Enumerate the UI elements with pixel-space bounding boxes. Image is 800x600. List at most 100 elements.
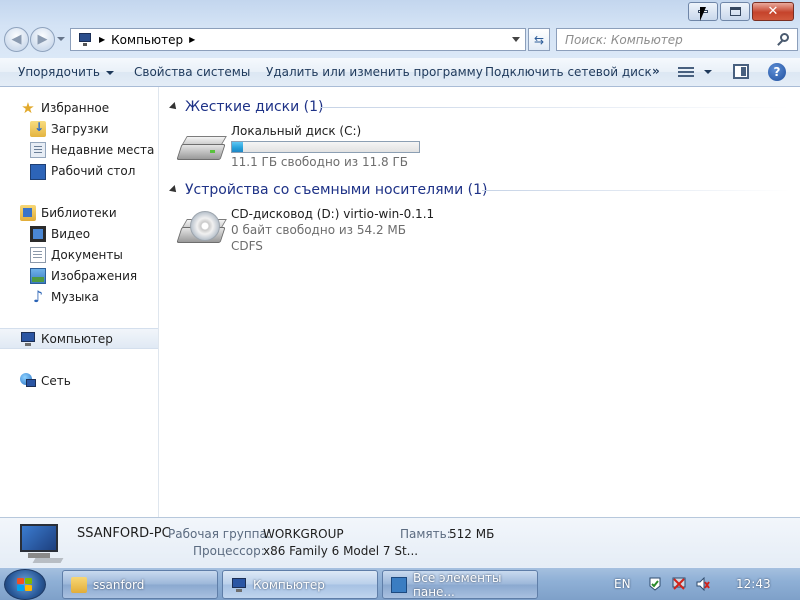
memory-label: Память: [400,527,451,541]
map-network-drive-button[interactable]: Подключить сетевой диск [485,65,652,79]
network-icon [20,372,36,389]
search-icon[interactable] [775,31,793,49]
processor-value: x86 Family 6 Model 7 St... [263,544,419,558]
desktop-icon [30,163,46,180]
sidebar-item-libraries[interactable]: Библиотеки [0,202,158,223]
recent-places-icon [30,141,46,158]
sidebar-item-label: Музыка [51,289,99,304]
drive-free-space: 0 байт свободно из 54.2 МБ [231,223,406,237]
computer-icon [231,577,247,593]
drive-free-space: 11.1 ГБ свободно из 11.8 ГБ [231,155,409,169]
taskbar-button-computer[interactable]: Компьютер [222,570,378,599]
forward-arrow-icon: ▶ [37,32,48,47]
clock[interactable]: 12:43 [736,577,771,591]
sidebar-item-pictures[interactable]: Изображения [0,265,158,286]
sidebar-item-documents[interactable]: Документы [0,244,158,265]
sidebar-item-network[interactable]: Сеть [0,370,158,391]
forward-button[interactable]: ▶ [30,27,55,52]
preview-pane-icon[interactable] [733,64,749,79]
computer-icon [20,331,36,347]
libraries-icon [20,204,36,221]
downloads-icon [30,120,46,137]
group-title: Устройства со съемными носителями (1) [185,182,488,198]
taskbar: ssanford Компьютер Все элементы пане... … [0,567,800,600]
sidebar-item-music[interactable]: ♪ Музыка [0,286,158,307]
navigation-pane: ★ Избранное Загрузки Недавние места Рабо… [0,87,159,517]
collapse-arrow-icon [169,185,179,195]
view-options-dropdown[interactable] [704,70,712,74]
sidebar-item-label: Изображения [51,268,138,283]
documents-icon [30,246,46,263]
back-button[interactable]: ◀ [4,27,29,52]
search-input[interactable]: Поиск: Компьютер [565,33,775,47]
close-button[interactable]: ✕ [752,2,794,21]
collapse-arrow-icon [169,102,179,112]
organize-label: Упорядочить [18,65,100,79]
address-dropdown-icon[interactable] [512,37,520,42]
action-center-icon[interactable] [648,577,662,591]
recent-pages-dropdown[interactable] [57,37,65,41]
sidebar-item-label: Видео [51,226,91,241]
uninstall-program-button[interactable]: Удалить или изменить программу [266,65,483,79]
drive-item-c[interactable]: Локальный диск (C:) 11.1 ГБ свободно из … [176,124,476,174]
volume-muted-icon[interactable] [696,576,710,592]
group-removable-storage[interactable]: Устройства со съемными носителями (1) [169,180,488,200]
system-properties-button[interactable]: Свойства системы [134,65,250,79]
details-pane: SSANFORD-PC Рабочая группа: WORKGROUP Па… [0,517,800,567]
control-panel-icon [391,576,407,593]
sidebar-item-label: Избранное [41,100,110,115]
maximize-button[interactable] [720,2,750,21]
breadcrumb-computer[interactable]: Компьютер [111,33,183,47]
sidebar-item-computer[interactable]: Компьютер [0,328,158,349]
command-bar: Упорядочить Свойства системы Удалить или… [0,58,800,87]
close-icon: ✕ [767,4,779,19]
help-icon[interactable]: ? [768,63,786,81]
drive-name: Локальный диск (C:) [231,124,362,138]
music-icon: ♪ [32,286,44,306]
mouse-cursor-icon [700,7,706,21]
hard-drive-icon [176,128,228,170]
windows-logo-icon [17,578,34,592]
group-title: Жесткие диски (1) [185,99,324,115]
refresh-button[interactable]: ⇆ [528,28,550,51]
start-button[interactable] [4,569,46,600]
breadcrumb-separator-icon[interactable]: ▶ [99,35,105,44]
sidebar-item-label: Рабочий стол [51,163,136,178]
sidebar-item-label: Библиотеки [41,205,117,220]
more-commands-button[interactable]: » [652,64,660,78]
taskbar-button-ssanford[interactable]: ssanford [62,570,218,599]
navigation-row: ◀ ▶ ▶ Компьютер ▶ ⇆ Поиск: Компьютер [0,25,800,53]
organize-button[interactable]: Упорядочить [18,65,114,79]
drive-name: CD-дисковод (D:) virtio-win-0.1.1 [231,207,435,221]
sidebar-item-desktop[interactable]: Рабочий стол [0,160,158,181]
sidebar-item-label: Компьютер [41,331,113,346]
drive-usage-bar [231,141,420,153]
sidebar-item-label: Документы [51,247,123,262]
computer-name: SSANFORD-PC [77,526,171,541]
sidebar-item-video[interactable]: Видео [0,223,158,244]
computer-icon [77,32,93,47]
maximize-icon [729,7,741,16]
sidebar-item-favorites[interactable]: ★ Избранное [0,97,158,118]
video-icon [30,225,46,242]
drive-filesystem: CDFS [231,239,263,253]
address-bar[interactable]: ▶ Компьютер ▶ [70,28,526,51]
group-divider [320,107,790,108]
back-arrow-icon: ◀ [11,32,22,47]
sidebar-item-label: Сеть [41,373,71,388]
taskbar-button-control-panel[interactable]: Все элементы пане... [382,570,538,599]
sidebar-item-downloads[interactable]: Загрузки [0,118,158,139]
group-hard-drives[interactable]: Жесткие диски (1) [169,97,324,117]
favorites-star-icon: ★ [21,98,35,117]
drive-item-d[interactable]: CD-дисковод (D:) virtio-win-0.1.1 0 байт… [176,207,476,257]
search-box[interactable]: Поиск: Компьютер [556,28,798,51]
cd-drive-icon [176,211,228,253]
sidebar-item-label: Загрузки [51,121,109,136]
sidebar-item-recent-places[interactable]: Недавние места [0,139,158,160]
language-indicator[interactable]: EN [614,577,631,591]
breadcrumb-separator-icon[interactable]: ▶ [189,35,195,44]
network-status-icon[interactable] [672,577,686,591]
taskbar-button-label: Компьютер [253,577,325,592]
group-divider [482,190,790,191]
change-view-icon[interactable] [678,65,694,79]
